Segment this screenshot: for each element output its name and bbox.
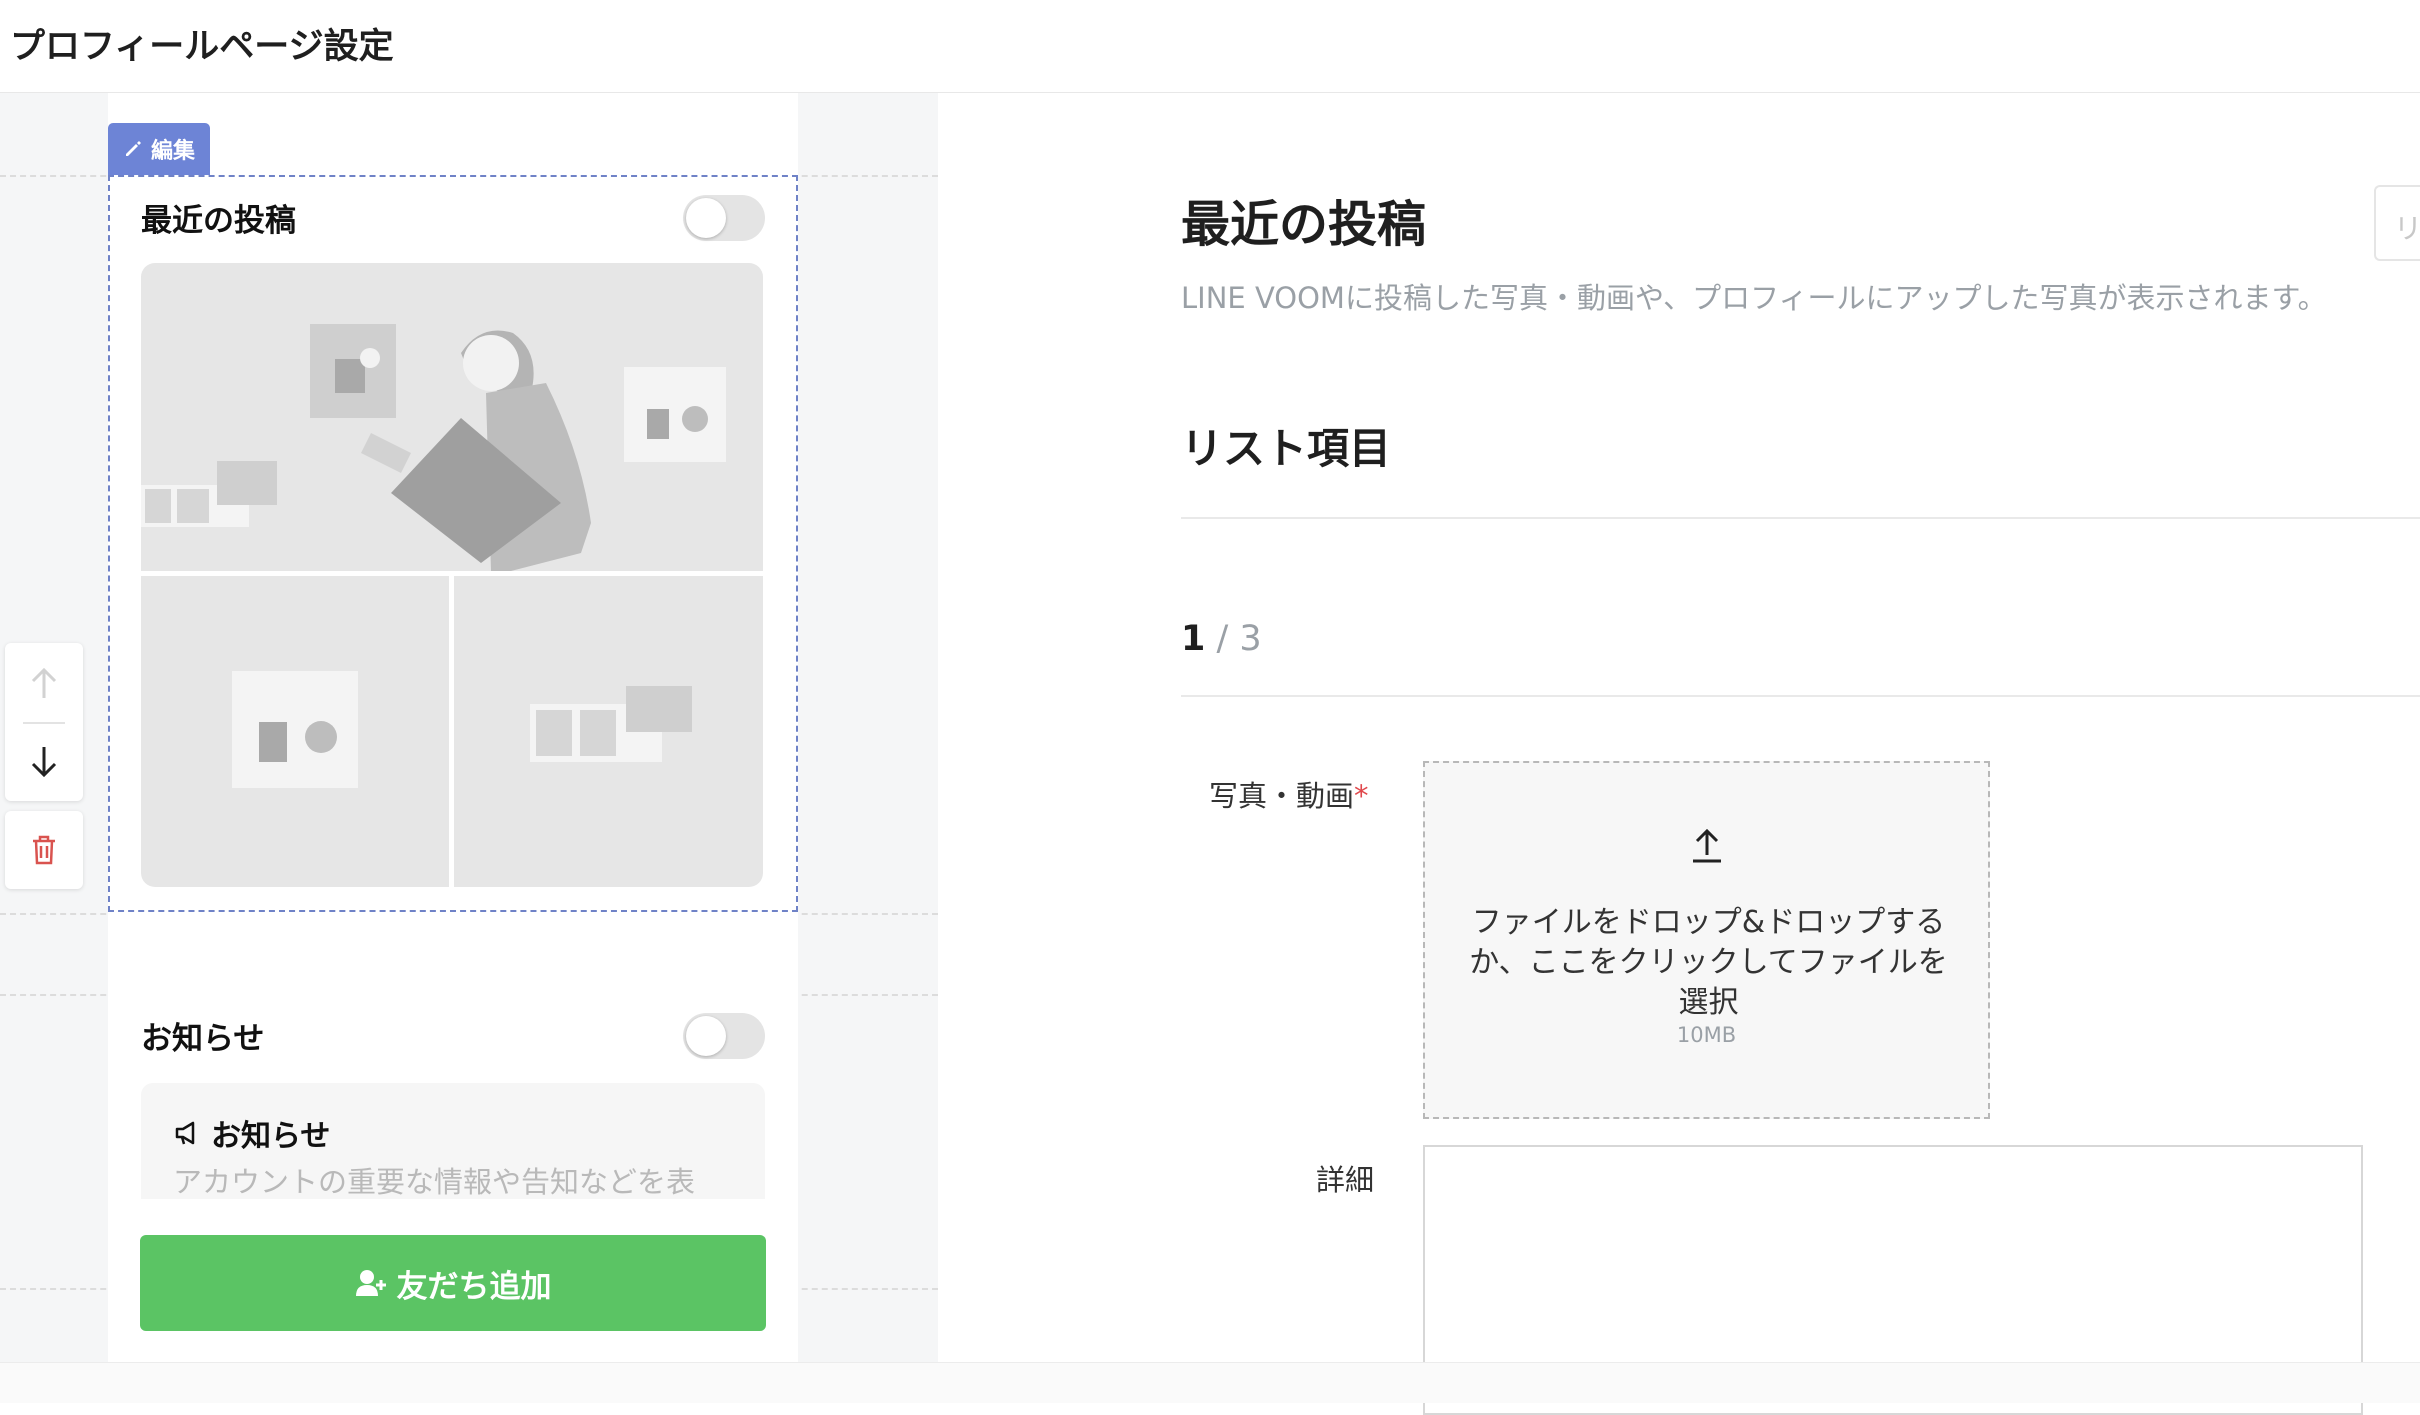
megaphone-icon	[175, 1121, 195, 1145]
delete-module-button[interactable]	[5, 811, 83, 889]
toggle-knob	[686, 198, 726, 238]
arrow-down-icon	[31, 747, 57, 778]
recent-posts-toggle[interactable]	[683, 195, 765, 241]
toggle-knob	[686, 1016, 726, 1056]
notice-card[interactable]: お知らせ アカウントの重要な情報や告知などを表	[141, 1083, 765, 1199]
dropzone-text: ファイルをドロップ&ドロップするか、ここをクリックしてファイルを選択	[1469, 905, 1948, 1020]
notice-card-title: お知らせ	[211, 1119, 331, 1154]
trash-icon	[33, 835, 55, 865]
recent-posts-title: 最近の投稿	[141, 203, 296, 239]
list-button-partial[interactable]: リ	[2374, 185, 2420, 261]
add-user-icon	[355, 1270, 386, 1296]
notice-toggle[interactable]	[683, 1013, 765, 1059]
media-tile	[141, 263, 763, 571]
illustration-person-image	[141, 324, 726, 571]
add-friend-button[interactable]: 友だち追加	[140, 1235, 766, 1331]
editor-preview-pane: 編集 最近の投稿 お知らせ お知らせ アカウントの重要な情報や告知などを表 友だ…	[0, 93, 938, 1402]
divider	[1181, 517, 2420, 519]
arrow-up-icon	[31, 667, 57, 698]
placeholder-image	[232, 671, 358, 788]
required-mark: *	[1354, 779, 1369, 813]
media-tile	[454, 576, 763, 887]
notice-card-description: アカウントの重要な情報や告知などを表	[173, 1165, 696, 1199]
notice-card-heading: お知らせ	[173, 1111, 330, 1155]
upload-icon	[1693, 828, 1721, 863]
placeholder-image	[530, 686, 692, 762]
page-title: プロフィールページ設定	[10, 27, 394, 67]
bottom-bar	[0, 1362, 2420, 1403]
section-description: LINE VOOMに投稿した写真・動画や、プロフィールにアップした写真が表示され…	[1181, 281, 2327, 315]
pencil-icon	[125, 141, 141, 156]
media-dropzone[interactable]: ファイルをドロップ&ドロップするか、ここをクリックしてファイルを選択 10MB	[1423, 761, 1990, 1119]
notice-title: お知らせ	[141, 1021, 265, 1057]
move-up-button[interactable]	[5, 643, 83, 722]
pager-total: / 3	[1216, 619, 1262, 659]
recent-posts-media-grid	[141, 263, 763, 887]
add-friend-label: 友だち追加	[396, 1268, 552, 1305]
move-down-button[interactable]	[5, 723, 83, 801]
settings-panel: 最近の投稿 リ LINE VOOMに投稿した写真・動画や、プロフィールにアップし…	[938, 93, 2420, 1415]
section-title: 最近の投稿	[1181, 196, 1427, 253]
media-tile	[141, 576, 449, 887]
edit-tab-label: 編集	[150, 139, 195, 164]
list-pager: 1 / 3	[1181, 619, 1262, 659]
pager-current: 1	[1181, 619, 1206, 659]
top-bar: プロフィールページ設定	[0, 0, 2420, 93]
list-title: リスト項目	[1181, 424, 1392, 473]
divider	[1181, 695, 2420, 697]
edit-tab[interactable]: 編集	[108, 123, 210, 175]
dropzone-size-limit: 10MB	[1676, 1023, 1737, 1047]
media-field-label-text: 写真・動画	[1209, 779, 1355, 813]
reorder-controls	[5, 643, 83, 801]
media-field-label: 写真・動画*	[1209, 773, 1369, 815]
detail-field-label: 詳細	[1316, 1163, 1375, 1197]
